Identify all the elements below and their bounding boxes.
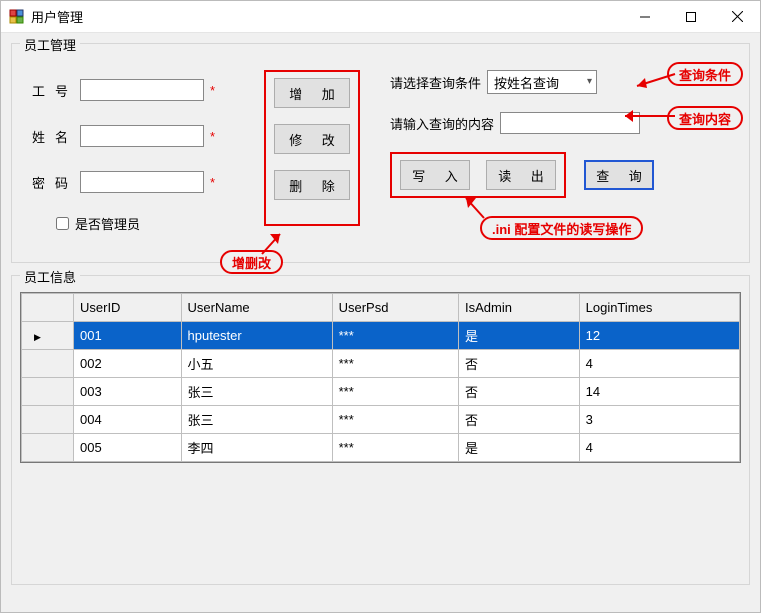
query-content-label: 请输入查询的内容 [390, 114, 494, 133]
query-button[interactable]: 查 询 [584, 160, 654, 190]
row-header[interactable] [22, 322, 74, 350]
table-cell[interactable]: *** [332, 406, 458, 434]
pwd-label: 密码 [24, 173, 80, 192]
add-button[interactable]: 增 加 [274, 78, 350, 108]
table-cell[interactable]: hputester [181, 322, 332, 350]
table-cell[interactable]: 4 [579, 434, 739, 462]
employee-info-group-label: 员工信息 [20, 267, 80, 286]
form-panel: 工号 * 姓名 * 密码 * 是否管理员 [24, 66, 264, 233]
pwd-required: * [210, 175, 215, 190]
table-cell[interactable]: 是 [459, 434, 580, 462]
id-required: * [210, 83, 215, 98]
minimize-button[interactable] [622, 1, 668, 32]
table-cell[interactable]: 002 [74, 350, 182, 378]
table-cell[interactable]: 张三 [181, 378, 332, 406]
table-cell[interactable]: 是 [459, 322, 580, 350]
table-cell[interactable]: *** [332, 322, 458, 350]
name-input[interactable] [80, 125, 204, 147]
app-icon [9, 9, 25, 25]
employee-mgmt-group: 员工管理 工号 * 姓名 * 密码 * [11, 43, 750, 263]
admin-checkbox-label: 是否管理员 [75, 214, 140, 233]
callout-crud: 增删改 [220, 250, 283, 274]
table-cell[interactable]: *** [332, 350, 458, 378]
table-cell[interactable]: 否 [459, 378, 580, 406]
table-row[interactable]: 005李四***是4 [22, 434, 740, 462]
table-cell[interactable]: 小五 [181, 350, 332, 378]
table-row[interactable]: 001hputester***是12 [22, 322, 740, 350]
query-panel: 请选择查询条件 按姓名查询 ▾ 请输入查询的内容 写 入 读 出 查 询 [360, 66, 737, 233]
column-header[interactable]: UserName [181, 294, 332, 322]
read-button[interactable]: 读 出 [486, 160, 556, 190]
table-cell[interactable]: 005 [74, 434, 182, 462]
id-label: 工号 [24, 81, 80, 100]
crud-button-group: 增 加 修 改 删 除 [264, 70, 360, 226]
table-cell[interactable]: 14 [579, 378, 739, 406]
query-condition-combo[interactable]: 按姓名查询 ▾ [487, 70, 597, 94]
ini-rw-group: 写 入 读 出 [390, 152, 566, 198]
table-row[interactable]: 002小五***否4 [22, 350, 740, 378]
column-header[interactable]: LoginTimes [579, 294, 739, 322]
table-cell[interactable]: 003 [74, 378, 182, 406]
row-header[interactable] [22, 350, 74, 378]
callout-content: 查询内容 [667, 106, 743, 130]
admin-checkbox[interactable] [56, 217, 69, 230]
maximize-button[interactable] [668, 1, 714, 32]
table-cell[interactable]: 004 [74, 406, 182, 434]
titlebar: 用户管理 [1, 1, 760, 33]
employee-info-group: 员工信息 UserIDUserNameUserPsdIsAdminLoginTi… [11, 275, 750, 585]
window-title: 用户管理 [31, 7, 622, 26]
table-row[interactable]: 004张三***否3 [22, 406, 740, 434]
row-header[interactable] [22, 434, 74, 462]
app-window: 用户管理 员工管理 工号 * 姓名 [0, 0, 761, 613]
table-cell[interactable]: *** [332, 434, 458, 462]
callout-condition: 查询条件 [667, 62, 743, 86]
row-header[interactable] [22, 406, 74, 434]
table-cell[interactable]: 12 [579, 322, 739, 350]
column-header[interactable]: UserPsd [332, 294, 458, 322]
query-condition-label: 请选择查询条件 [390, 73, 481, 92]
column-header[interactable]: IsAdmin [459, 294, 580, 322]
query-content-input[interactable] [500, 112, 640, 134]
table-cell[interactable]: 3 [579, 406, 739, 434]
row-header[interactable] [22, 378, 74, 406]
chevron-down-icon: ▾ [587, 76, 592, 87]
table-cell[interactable]: 否 [459, 350, 580, 378]
id-input[interactable] [80, 79, 204, 101]
table-cell[interactable]: 张三 [181, 406, 332, 434]
close-button[interactable] [714, 1, 760, 32]
employee-table[interactable]: UserIDUserNameUserPsdIsAdminLoginTimes 0… [21, 293, 740, 462]
table-cell[interactable]: *** [332, 378, 458, 406]
table-cell[interactable]: 4 [579, 350, 739, 378]
row-header-blank [22, 294, 74, 322]
name-required: * [210, 129, 215, 144]
table-row[interactable]: 003张三***否14 [22, 378, 740, 406]
modify-button[interactable]: 修 改 [274, 124, 350, 154]
name-label: 姓名 [24, 127, 80, 146]
query-condition-selected: 按姓名查询 [494, 73, 559, 92]
write-button[interactable]: 写 入 [400, 160, 470, 190]
column-header[interactable]: UserID [74, 294, 182, 322]
table-cell[interactable]: 否 [459, 406, 580, 434]
pwd-input[interactable] [80, 171, 204, 193]
delete-button[interactable]: 删 除 [274, 170, 350, 200]
employee-mgmt-group-label: 员工管理 [20, 35, 80, 54]
callout-ini: .ini 配置文件的读写操作 [480, 216, 643, 240]
table-cell[interactable]: 001 [74, 322, 182, 350]
table-cell[interactable]: 李四 [181, 434, 332, 462]
